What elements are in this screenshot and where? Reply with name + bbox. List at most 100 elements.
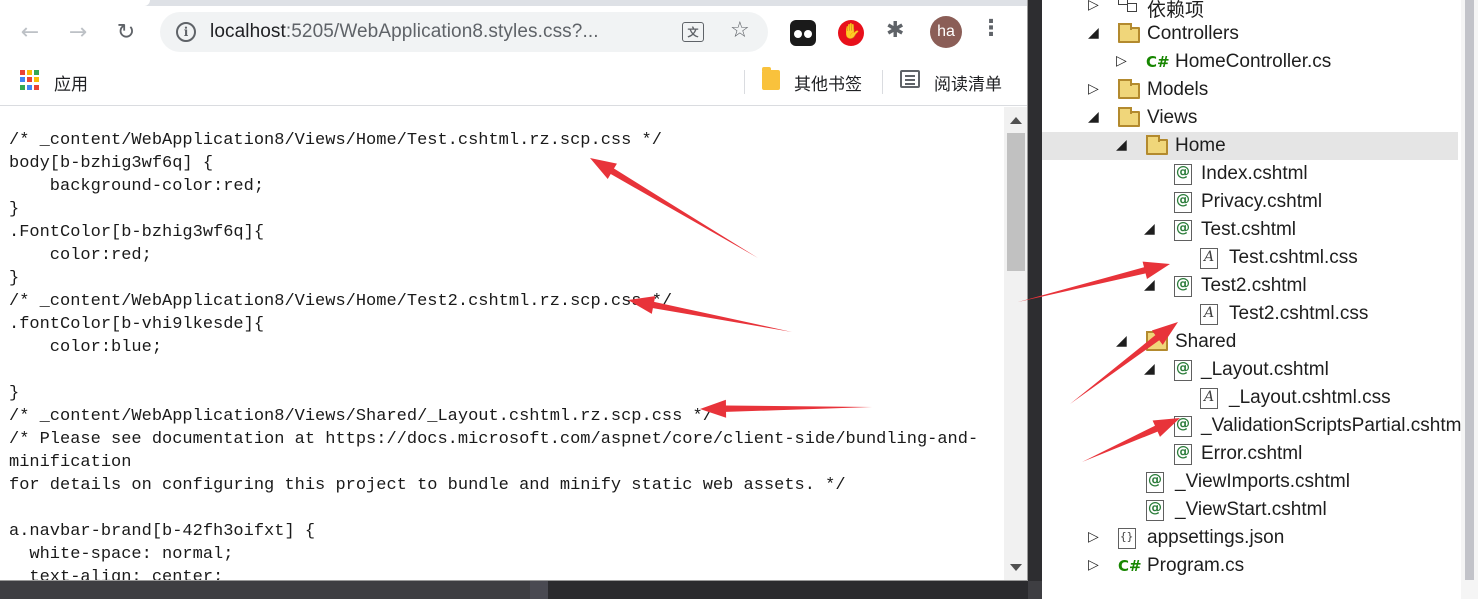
- collapse-arrow-icon[interactable]: ◢: [1144, 220, 1155, 237]
- collapse-arrow-icon[interactable]: ◢: [1144, 360, 1155, 377]
- collapse-arrow-icon[interactable]: ◢: [1088, 108, 1099, 125]
- translate-icon[interactable]: 文: [682, 22, 704, 42]
- tree-item-label: Privacy.cshtml: [1201, 191, 1323, 212]
- adblock-extension-icon[interactable]: [838, 20, 864, 46]
- bookmark-divider: [744, 70, 745, 94]
- tree-item-label: Error.cshtml: [1201, 443, 1303, 464]
- razor-file-icon: [1174, 416, 1192, 437]
- reading-list[interactable]: 阅读清单: [934, 70, 1002, 95]
- code-line: text-align: center;: [9, 568, 224, 581]
- tree-item-label: _ValidationScriptsPartial.cshtml: [1201, 415, 1466, 436]
- address-bar[interactable]: i localhost:5205/WebApplication8.styles.…: [160, 12, 768, 52]
- tree-item[interactable]: _ViewImports.cshtml: [1042, 468, 1458, 496]
- code-line: /* Please see documentation at https://d…: [9, 430, 979, 449]
- code-line: background-color:red;: [9, 177, 265, 196]
- tree-item-label: Controllers: [1147, 23, 1239, 44]
- csharp-file-icon: C#: [1146, 53, 1170, 71]
- tree-item[interactable]: Test.cshtml.css: [1042, 244, 1458, 272]
- tree-item[interactable]: ▷ C# Program.cs: [1042, 552, 1458, 580]
- page-scrollbar[interactable]: [1004, 107, 1027, 580]
- code-line: }: [9, 384, 20, 403]
- expand-arrow-icon[interactable]: ▷: [1088, 80, 1099, 97]
- expand-arrow-icon[interactable]: ▷: [1088, 528, 1099, 545]
- css-file-icon: [1200, 248, 1218, 269]
- tree-item[interactable]: _Layout.cshtml.css: [1042, 384, 1458, 412]
- kebab-menu-icon[interactable]: ⋮: [980, 16, 1002, 41]
- tree-item[interactable]: ◢ Controllers: [1042, 20, 1458, 48]
- profile-avatar[interactable]: ha: [930, 16, 962, 48]
- tree-item[interactable]: _ValidationScriptsPartial.cshtml: [1042, 412, 1466, 440]
- explorer-scroll-thumb[interactable]: [1465, 0, 1474, 580]
- folder-icon[interactable]: [762, 67, 780, 90]
- collapse-arrow-icon[interactable]: ◢: [1088, 24, 1099, 41]
- tree-item[interactable]: ◢ Test.cshtml: [1042, 216, 1458, 244]
- tree-item[interactable]: Privacy.cshtml: [1042, 188, 1458, 216]
- expand-arrow-icon[interactable]: ▷: [1116, 52, 1127, 69]
- collapse-arrow-icon[interactable]: ◢: [1144, 276, 1155, 293]
- code-line: .FontColor[b-bzhig3wf6q]{: [9, 223, 265, 242]
- browser-window: ← → ↻ i localhost:5205/WebApplication8.s…: [0, 0, 1028, 581]
- vs-divider: [1028, 0, 1042, 599]
- collapse-arrow-icon[interactable]: ◢: [1116, 136, 1127, 153]
- expand-arrow-icon[interactable]: ▷: [1088, 556, 1099, 573]
- code-line: /* _content/WebApplication8/Views/Home/T…: [9, 292, 673, 311]
- css-source-view: /* _content/WebApplication8/Views/Home/T…: [0, 107, 1004, 581]
- folder-icon: [1118, 23, 1140, 43]
- code-line: color:blue;: [9, 338, 163, 357]
- tree-item[interactable]: ◢ Views: [1042, 104, 1458, 132]
- tree-item[interactable]: ▷ C# HomeController.cs: [1042, 48, 1458, 76]
- folder-icon: [1118, 79, 1140, 99]
- tree-item-label: Test.cshtml: [1201, 219, 1297, 240]
- scroll-down-icon[interactable]: [1010, 564, 1022, 571]
- back-button[interactable]: ←: [14, 16, 46, 48]
- code-line: body[b-bzhig3wf6q] {: [9, 154, 214, 173]
- folder-icon: [1118, 107, 1140, 127]
- bookmark-star-icon[interactable]: ☆: [730, 18, 750, 43]
- tree-item[interactable]: ◢ Home: [1042, 132, 1458, 160]
- explorer-scrollbar[interactable]: [1461, 0, 1478, 599]
- tree-item[interactable]: ◢ Test2.cshtml: [1042, 272, 1458, 300]
- tree-item[interactable]: Index.cshtml: [1042, 160, 1458, 188]
- other-bookmarks[interactable]: 其他书签: [794, 70, 862, 95]
- forward-button[interactable]: →: [62, 16, 94, 48]
- tree-item[interactable]: ▷ appsettings.json: [1042, 524, 1458, 552]
- reading-list-icon[interactable]: [900, 70, 920, 88]
- razor-file-icon: [1174, 276, 1192, 297]
- dark-reader-extension-icon[interactable]: [790, 20, 816, 46]
- extensions-puzzle-icon[interactable]: ✱: [886, 18, 912, 44]
- scroll-thumb[interactable]: [1007, 133, 1025, 271]
- url-host: localhost: [210, 21, 286, 42]
- tree-item[interactable]: ▷ 依赖项: [1042, 0, 1458, 21]
- bookmarks-bar: 应用 其他书签 阅读清单: [0, 58, 1027, 106]
- site-info-icon[interactable]: i: [176, 22, 196, 42]
- tree-item[interactable]: ◢ Shared: [1042, 328, 1458, 356]
- code-line: color:red;: [9, 246, 152, 265]
- tree-item-label: _ViewImports.cshtml: [1175, 471, 1350, 492]
- expand-arrow-icon[interactable]: ▷: [1088, 0, 1099, 13]
- razor-file-icon: [1174, 220, 1192, 241]
- tree-item[interactable]: ▷ Models: [1042, 76, 1458, 104]
- code-line: .fontColor[b-vhi9lkesde]{: [9, 315, 265, 334]
- code-line: /* _content/WebApplication8/Views/Home/T…: [9, 131, 662, 150]
- tree-item[interactable]: Error.cshtml: [1042, 440, 1458, 468]
- code-line: minification: [9, 453, 132, 472]
- code-line: }: [9, 200, 20, 219]
- scroll-up-icon[interactable]: [1010, 117, 1022, 124]
- apps-bookmark[interactable]: 应用: [54, 70, 88, 95]
- url-path: :5205/WebApplication8.styles.css?...: [285, 21, 599, 42]
- url-text[interactable]: localhost:5205/WebApplication8.styles.cs…: [210, 21, 599, 43]
- reload-button[interactable]: ↻: [110, 16, 142, 48]
- browser-toolbar: ← → ↻ i localhost:5205/WebApplication8.s…: [0, 6, 1027, 58]
- tree-item-label: _Layout.cshtml.css: [1229, 387, 1391, 408]
- tree-item-label: Program.cs: [1147, 555, 1245, 576]
- collapse-arrow-icon[interactable]: ◢: [1116, 332, 1127, 349]
- json-file-icon: [1118, 528, 1136, 549]
- razor-file-icon: [1174, 444, 1192, 465]
- tree-item[interactable]: _ViewStart.cshtml: [1042, 496, 1458, 524]
- tree-item[interactable]: Test2.cshtml.css: [1042, 300, 1458, 328]
- code-line: white-space: normal;: [9, 545, 234, 564]
- tree-item-label: appsettings.json: [1147, 527, 1285, 548]
- tree-item[interactable]: ◢ _Layout.cshtml: [1042, 356, 1458, 384]
- apps-grid-icon[interactable]: [20, 70, 40, 90]
